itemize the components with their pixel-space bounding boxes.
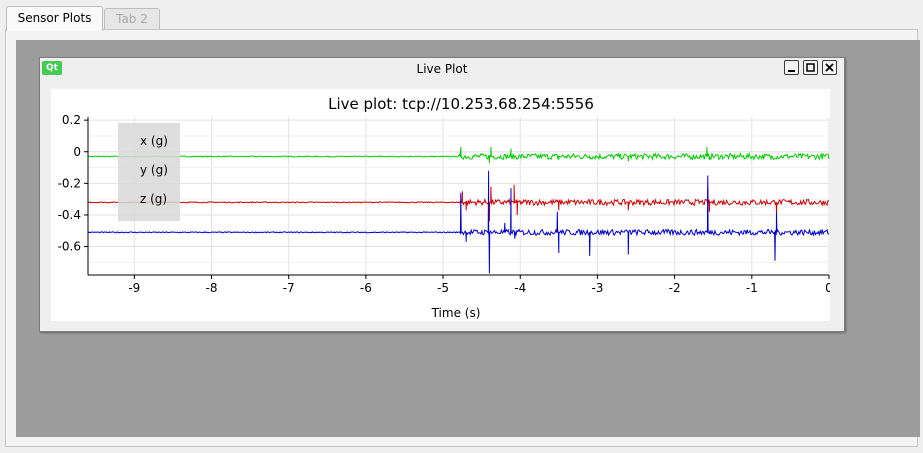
x-tick-label: -8 [206,281,218,295]
y-tick-label: -0.4 [58,208,81,222]
close-button[interactable] [822,60,837,75]
legend-entry-z: z (g) [140,192,167,206]
window-titlebar[interactable]: Qt Live Plot [40,58,844,80]
x-tick-label: -3 [591,281,603,295]
x-tick-label: -4 [514,281,526,295]
series-line-z [87,170,830,274]
series-line-y [87,184,830,222]
tab-sensor-plots[interactable]: Sensor Plots [6,6,103,31]
y-tick-label: -0.6 [58,240,81,254]
plot-area: Live plot: tcp://10.253.68.254:5556 Time… [51,89,833,321]
x-tick-label: -6 [360,281,372,295]
y-tick-label: 0 [73,145,81,159]
maximize-icon [806,63,815,72]
x-axis-label: Time (s) [431,306,481,320]
y-tick-label: 0.2 [62,113,81,127]
minimize-button[interactable] [784,60,799,75]
close-icon [825,63,834,72]
y-tick-label: -0.2 [58,176,81,190]
maximize-button[interactable] [803,60,818,75]
live-plot-chart: Live plot: tcp://10.253.68.254:5556 Time… [58,95,833,320]
tab-tab-2[interactable]: Tab 2 [104,8,160,29]
x-tick-label: -1 [746,281,758,295]
x-tick-label: 0 [825,281,830,295]
legend-entry-y: y (g) [140,163,168,177]
series-line-x [87,146,830,163]
chart-title: Live plot: tcp://10.253.68.254:5556 [328,95,594,113]
x-tick-label: -2 [669,281,681,295]
x-tick-label: -7 [283,281,295,295]
x-tick-label: -5 [437,281,449,295]
live-plot-window[interactable]: Qt Live Plot Live plot: tcp://10.253.68.… [39,57,845,332]
window-title: Live Plot [416,62,468,76]
legend-entry-x: x (g) [140,134,168,148]
x-tick-label: -9 [128,281,140,295]
minimize-icon [788,70,795,72]
